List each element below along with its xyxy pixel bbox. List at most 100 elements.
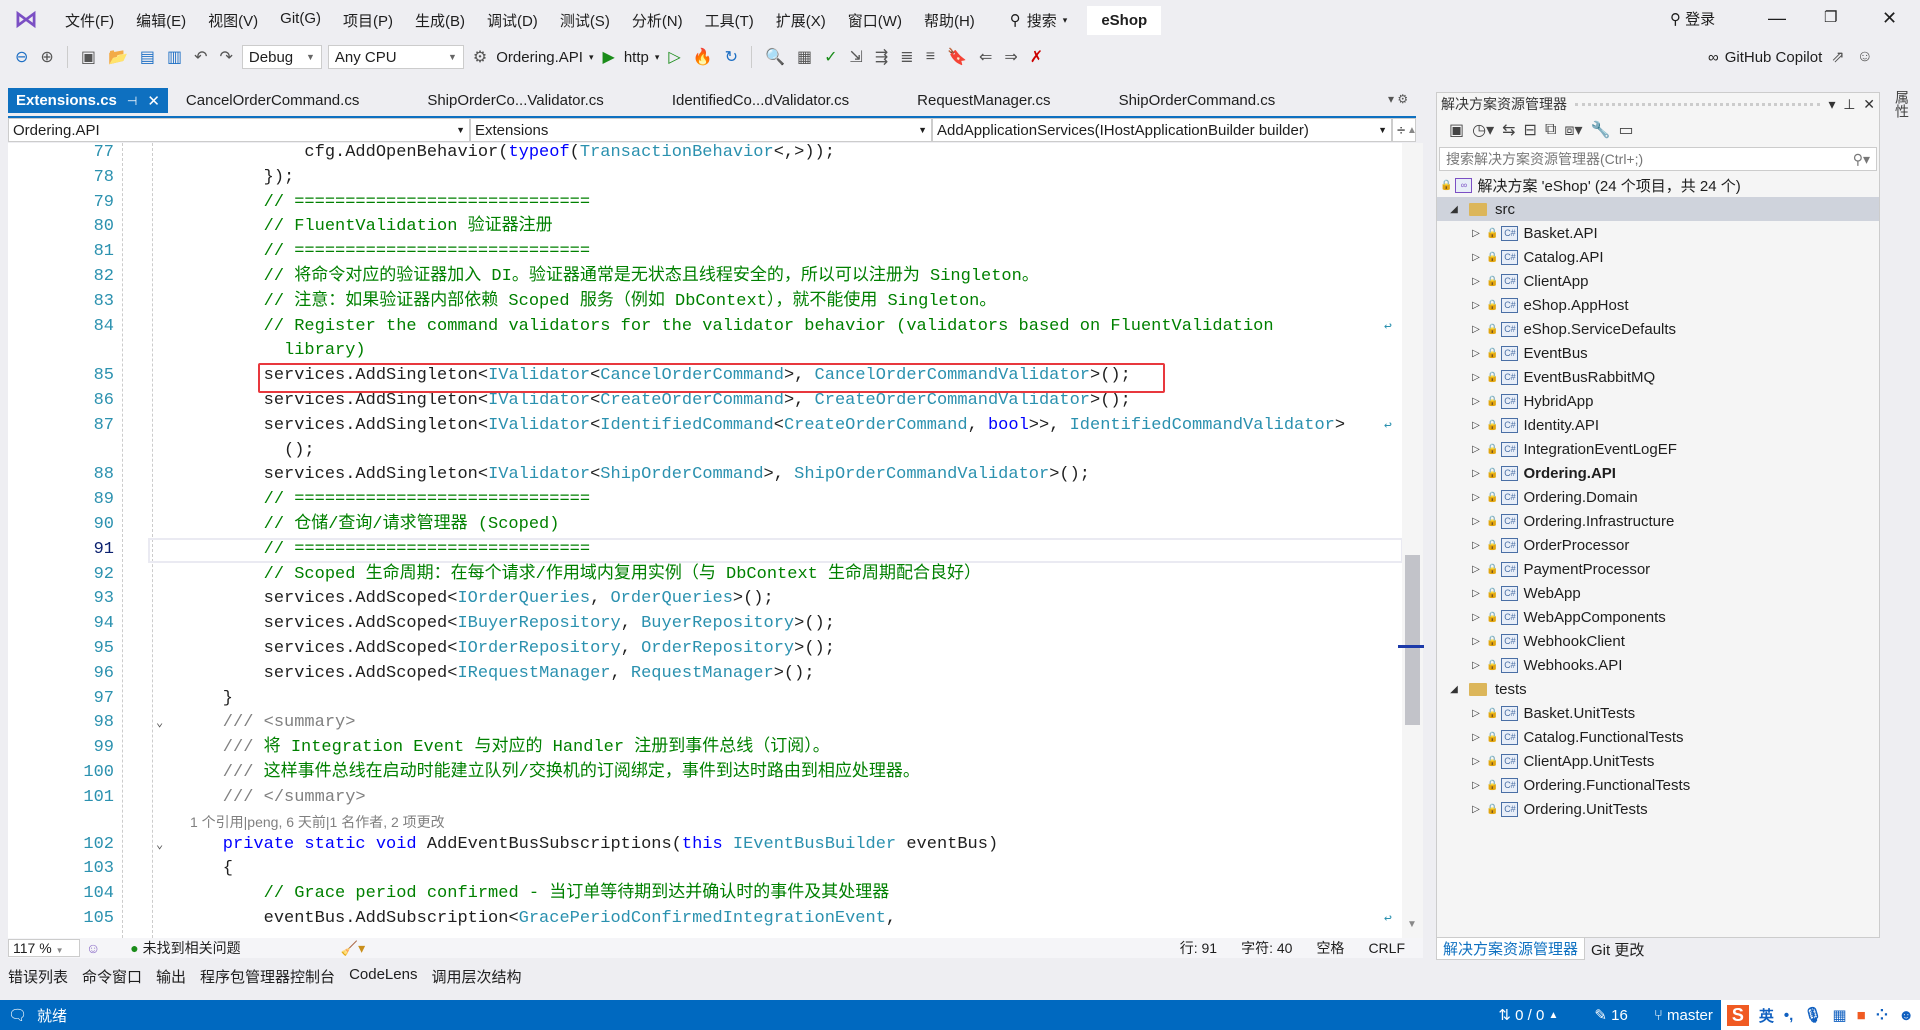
solution-search-input[interactable]: 搜索解决方案资源管理器(Ctrl+;)⚲▾ (1439, 147, 1877, 171)
menu-item[interactable]: 窗口(W) (837, 10, 913, 31)
project-node[interactable]: ▷🔒C#OrderProcessor (1437, 533, 1879, 557)
pin-icon[interactable]: ⊥ (1843, 96, 1855, 113)
tab-file[interactable]: ShipOrderCo...Validator.cs (419, 88, 611, 113)
scrollbar-thumb[interactable] (1405, 555, 1420, 725)
spell-check-icon[interactable]: ✓ (821, 47, 840, 67)
project-node[interactable]: ▷🔒C#Ordering.FunctionalTests (1437, 773, 1879, 797)
minimize-button[interactable]: — (1768, 8, 1786, 29)
collapsed-arrow-icon[interactable]: ▷ (1469, 564, 1483, 575)
menu-item[interactable]: 工具(T) (694, 10, 765, 31)
folder-node[interactable]: ◢src (1437, 197, 1879, 221)
format-icon[interactable]: ⇶ (872, 47, 891, 67)
collapsed-arrow-icon[interactable]: ▷ (1469, 660, 1483, 671)
project-node[interactable]: ▷🔒C#HybridApp (1437, 389, 1879, 413)
save-icon[interactable]: ▤ (137, 47, 158, 67)
tab-git-changes[interactable]: Git 更改 (1585, 939, 1650, 960)
project-dropdown[interactable]: Ordering.API▼ (8, 118, 470, 142)
collapsed-arrow-icon[interactable]: ▷ (1469, 396, 1483, 407)
hot-reload-icon[interactable]: 🔥 (690, 47, 716, 67)
project-node[interactable]: ▷🔒C#IntegrationEventLogEF (1437, 437, 1879, 461)
project-node[interactable]: ▷🔒C#EventBusRabbitMQ (1437, 365, 1879, 389)
project-node[interactable]: ▷🔒C#PaymentProcessor (1437, 557, 1879, 581)
menu-item[interactable]: 生成(B) (404, 10, 476, 31)
project-node[interactable]: ▷🔒C#Ordering.Domain (1437, 485, 1879, 509)
project-node[interactable]: ▷🔒C#ClientApp.UnitTests (1437, 749, 1879, 773)
menu-item[interactable]: 视图(V) (197, 10, 269, 31)
preview-icon[interactable]: ▭ (1619, 120, 1634, 140)
new-item-icon[interactable]: ▣ (78, 47, 99, 67)
editor-scrollbar[interactable]: ▲ ▼ (1402, 143, 1423, 938)
refresh-icon[interactable]: ↻ (722, 47, 741, 67)
tab-overflow-icon[interactable]: ▾ ⚙ (1388, 92, 1408, 106)
project-node[interactable]: ▷🔒C#Ordering.UnitTests (1437, 797, 1879, 821)
tool-window-tab[interactable]: 输出 (156, 966, 186, 990)
save-all-icon[interactable]: ▥ (164, 47, 185, 67)
sync-status[interactable]: 0 / 0 (1515, 1007, 1544, 1024)
keyboard-icon[interactable]: ▦ (1832, 1006, 1846, 1024)
clear-bookmarks-icon[interactable]: ✗ (1027, 47, 1046, 67)
collapsed-arrow-icon[interactable]: ▷ (1469, 588, 1483, 599)
member-dropdown[interactable]: AddApplicationServices(IHostApplicationB… (932, 118, 1392, 142)
tab-file[interactable]: IdentifiedCo...dValidator.cs (664, 88, 857, 113)
ime-toolbar[interactable]: S 英•,🎙▦■⁘☻ (1721, 1000, 1920, 1030)
project-node[interactable]: ▷🔒C#WebApp (1437, 581, 1879, 605)
tool-window-tab[interactable]: CodeLens (349, 966, 417, 990)
skin-icon[interactable]: ■ (1857, 1007, 1866, 1024)
spacing-indicator[interactable]: 空格 (1316, 938, 1344, 958)
project-node[interactable]: ▷🔒C#Ordering.API (1437, 461, 1879, 485)
tab-file[interactable]: RequestManager.cs (909, 88, 1058, 113)
tab-file[interactable]: CancelOrderCommand.cs (178, 88, 367, 113)
close-panel-icon[interactable]: ✕ (1863, 96, 1875, 113)
show-all-files-icon[interactable]: ⧉ (1545, 121, 1556, 139)
sync-icon[interactable]: ⇆ (1502, 120, 1515, 140)
collapsed-arrow-icon[interactable]: ▷ (1469, 780, 1483, 791)
github-copilot-button[interactable]: ∞GitHub Copilot⇗☺ (1708, 47, 1876, 67)
project-node[interactable]: ▷🔒C#Basket.API (1437, 221, 1879, 245)
issues-status[interactable]: 未找到相关问题 (143, 938, 241, 958)
mascot-icon[interactable]: ☻ (1898, 1007, 1914, 1024)
project-node[interactable]: ▷🔒C#Catalog.FunctionalTests (1437, 725, 1879, 749)
branch-name[interactable]: master (1667, 1007, 1713, 1024)
menu-item[interactable]: 分析(N) (621, 10, 694, 31)
bookmark-icon[interactable]: 🔖 (944, 47, 970, 67)
pending-changes-icon[interactable]: ◷▾ (1472, 120, 1494, 140)
zoom-select[interactable]: 117 % ▼ (8, 939, 80, 957)
code-cleanup-icon[interactable]: 🧹▾ (341, 940, 365, 957)
collapsed-arrow-icon[interactable]: ▷ (1469, 636, 1483, 647)
collapsed-arrow-icon[interactable]: ▷ (1469, 252, 1483, 263)
project-node[interactable]: ▷🔒C#eShop.ServiceDefaults (1437, 317, 1879, 341)
layout-icon[interactable]: ▦ (794, 47, 815, 67)
notification-icon[interactable]: 🗨 (8, 1006, 27, 1024)
expanded-arrow-icon[interactable]: ◢ (1447, 204, 1461, 215)
tab-file[interactable]: ShipOrderCommand.cs (1111, 88, 1284, 113)
project-node[interactable]: ▷🔒C#Identity.API (1437, 413, 1879, 437)
project-node[interactable]: ▷🔒C#Catalog.API (1437, 245, 1879, 269)
tool-window-tab[interactable]: 程序包管理器控制台 (200, 966, 335, 990)
collapse-chevron-icon[interactable]: ⌄ (156, 833, 163, 858)
tool-window-tab[interactable]: 命令窗口 (82, 966, 142, 990)
code-text[interactable]: 1 个引用|peng, 6 天前|1 名作者, 2 项更改 (190, 811, 445, 833)
back-icon[interactable]: ⊖ (12, 47, 31, 67)
menu-item[interactable]: 编辑(E) (125, 10, 197, 31)
menu-item[interactable]: Git(G) (269, 10, 332, 31)
collapsed-arrow-icon[interactable]: ▷ (1469, 324, 1483, 335)
menu-item[interactable]: 帮助(H) (913, 10, 986, 31)
collapsed-arrow-icon[interactable]: ▷ (1469, 348, 1483, 359)
folder-node[interactable]: ◢tests (1437, 677, 1879, 701)
solution-root[interactable]: 🔒∞解决方案 'eShop' (24 个项目，共 24 个) (1437, 173, 1879, 197)
collapsed-arrow-icon[interactable]: ▷ (1469, 492, 1483, 503)
apps-icon[interactable]: ⁘ (1876, 1006, 1889, 1024)
collapsed-arrow-icon[interactable]: ▷ (1469, 612, 1483, 623)
project-node[interactable]: ▷🔒C#Webhooks.API (1437, 653, 1879, 677)
menu-item[interactable]: 项目(P) (332, 10, 404, 31)
ime-mode[interactable]: 英 (1759, 1005, 1774, 1026)
project-node[interactable]: ▷🔒C#WebhookClient (1437, 629, 1879, 653)
switch-views-icon[interactable]: ▣ (1449, 120, 1464, 140)
startup-project-select[interactable]: Ordering.API (496, 49, 583, 66)
undo-icon[interactable]: ↶ (191, 47, 210, 67)
collapsed-arrow-icon[interactable]: ▷ (1469, 756, 1483, 767)
close-tab-icon[interactable]: ✕ (147, 92, 160, 110)
collapsed-arrow-icon[interactable]: ▷ (1469, 516, 1483, 527)
line-ending-indicator[interactable]: CRLF (1368, 940, 1405, 956)
punctuation-icon[interactable]: •, (1784, 1007, 1793, 1024)
